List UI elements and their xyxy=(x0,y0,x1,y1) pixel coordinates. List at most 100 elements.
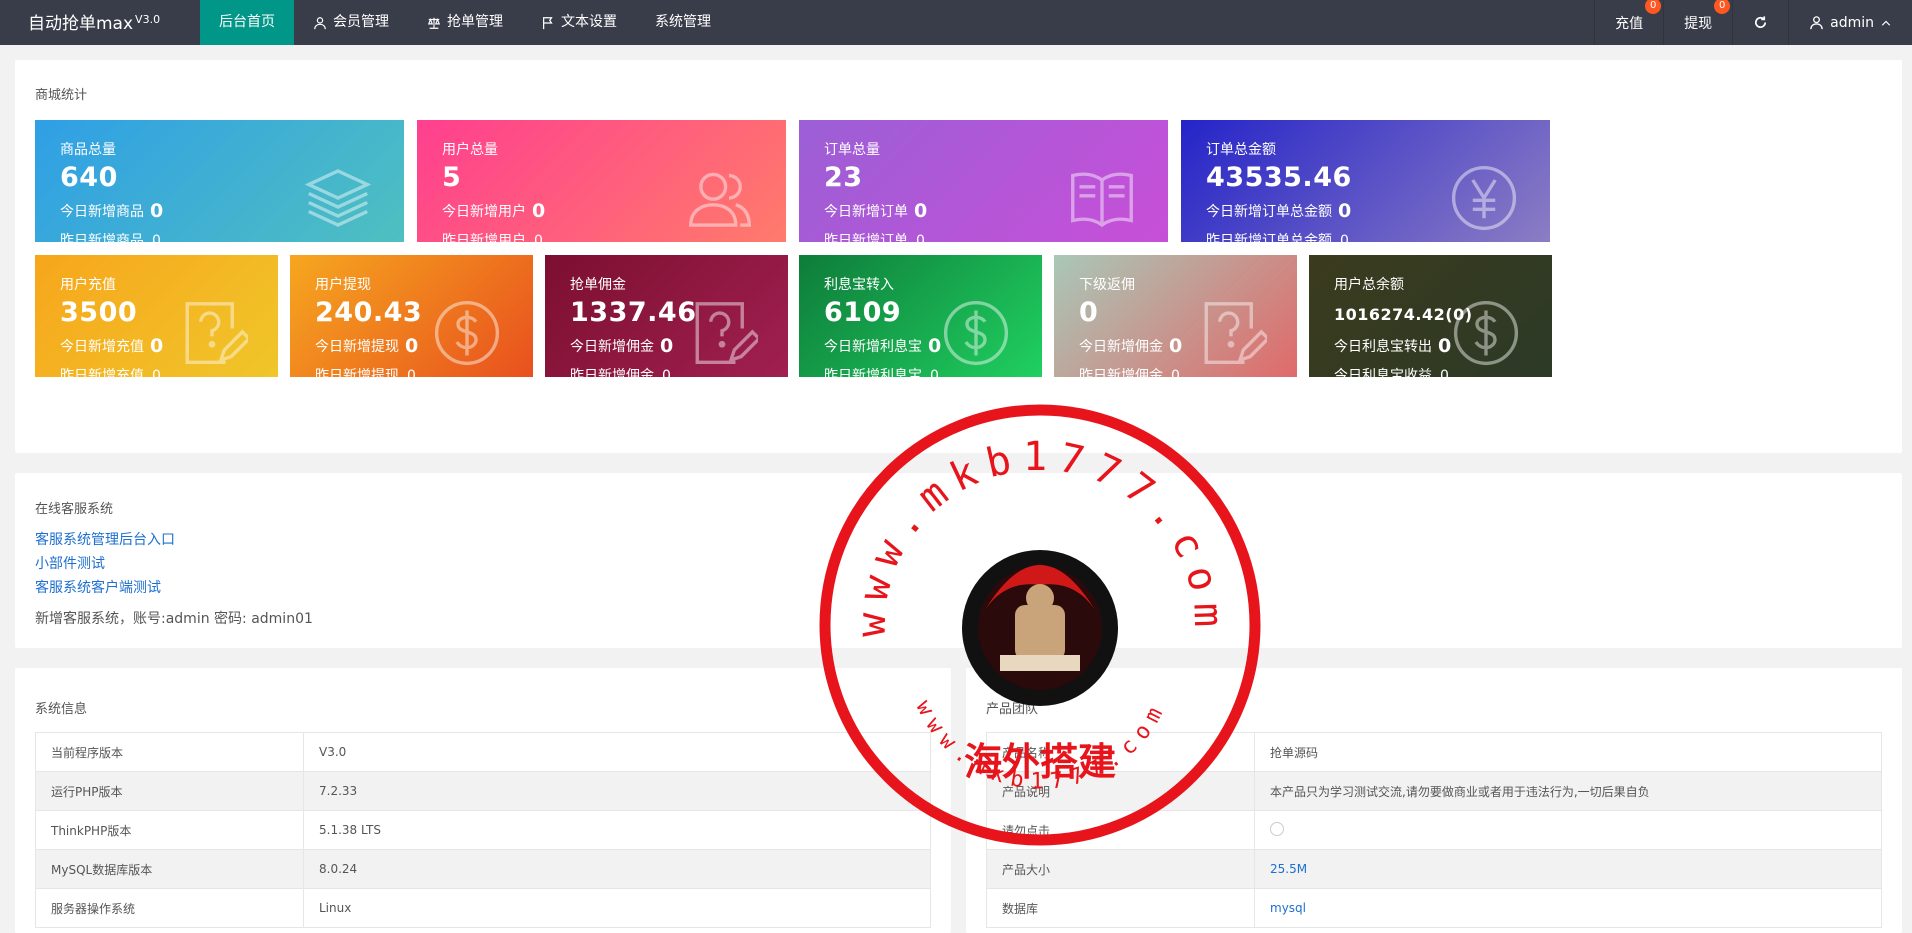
stat-tile: 用户总量 5 今日新增用户 0 昨日新增用户 0 xyxy=(417,120,786,242)
stat-yesterday: 昨日新增提现 0 xyxy=(315,368,416,377)
dollar-icon xyxy=(431,297,503,369)
table-row: 请勿点击 xyxy=(986,810,1882,850)
product-title: 产品团队 xyxy=(986,702,1039,717)
table-row: 运行PHP版本 7.2.33 xyxy=(35,771,931,811)
note-icon xyxy=(686,297,762,369)
version-label: V3.0 xyxy=(135,13,161,26)
stat-value: 240.43 xyxy=(315,297,423,328)
stat-label: 用户提现 xyxy=(315,277,371,293)
stats-title: 商城统计 xyxy=(35,88,88,103)
stat-today: 今日新增佣金 0 xyxy=(1079,335,1183,357)
nav-text-settings[interactable]: 文本设置 xyxy=(522,0,636,45)
main-nav: 后台首页 会员管理 抢单管理 文本设置 系统管理 xyxy=(200,0,730,45)
user-icon xyxy=(1810,16,1823,30)
stat-tile: 抢单佣金 1337.46 今日新增佣金 0 昨日新增佣金 0 xyxy=(545,255,788,377)
nav-members[interactable]: 会员管理 xyxy=(294,0,408,45)
note-icon xyxy=(176,297,252,369)
table-link[interactable]: mysql xyxy=(1270,901,1306,915)
stat-label: 利息宝转入 xyxy=(824,277,894,293)
stat-tile: 用户充值 3500 今日新增充值 0 昨日新增充值 0 xyxy=(35,255,278,377)
stat-yesterday: 昨日新增订单 0 xyxy=(824,233,925,242)
stat-today: 今日新增用户 0 xyxy=(442,200,546,222)
service-admin-link[interactable]: 客服系统管理后台入口 xyxy=(35,529,175,549)
recharge-badge: 0 xyxy=(1645,0,1662,14)
stat-label: 商品总量 xyxy=(60,142,116,158)
table-link[interactable]: 25.5M xyxy=(1270,862,1307,876)
stat-yesterday: 昨日新增佣金 0 xyxy=(570,368,671,377)
user-menu[interactable]: admin xyxy=(1788,0,1912,45)
stat-tile: 用户总余额 1016274.42(0) 今日利息宝转出 0 今日利息宝收益 0 xyxy=(1309,255,1552,377)
stat-value: 1337.46 xyxy=(570,297,697,328)
stat-label: 用户总余额 xyxy=(1334,277,1404,293)
table-row: 当前程序版本 V3.0 xyxy=(35,732,931,772)
stat-today: 今日新增订单 0 xyxy=(824,200,928,222)
stat-value: 640 xyxy=(60,162,118,193)
table-value: Linux xyxy=(303,888,931,928)
table-row: 服务器操作系统 Linux xyxy=(35,888,931,928)
face-icon[interactable] xyxy=(1270,821,1284,836)
app-brand[interactable]: 自动抢单max V3.0 xyxy=(28,0,160,45)
withdraw-button[interactable]: 提现 0 xyxy=(1663,0,1732,45)
stat-today: 今日新增充值 0 xyxy=(60,335,164,357)
table-key: 数据库 xyxy=(986,888,1255,928)
table-row: MySQL数据库版本 8.0.24 xyxy=(35,849,931,889)
widget-test-link[interactable]: 小部件测试 xyxy=(35,553,105,573)
stat-label: 抢单佣金 xyxy=(570,277,626,293)
stat-tile: 下级返佣 0 今日新增佣金 0 昨日新增佣金 0 xyxy=(1054,255,1297,377)
client-test-link[interactable]: 客服系统客户端测试 xyxy=(35,577,161,597)
stat-today: 今日新增提现 0 xyxy=(315,335,419,357)
stat-value: 0 xyxy=(1079,297,1099,328)
product-card: 产品团队 产品名称 抢单源码 产品说明 本产品只为学习测试交流,请勿要做商业或者用于违… xyxy=(966,668,1902,933)
table-value: 7.2.33 xyxy=(303,771,931,811)
table-value: 25.5M xyxy=(1254,849,1882,889)
chevron-up-icon xyxy=(1881,20,1891,26)
table-row: 产品说明 本产品只为学习测试交流,请勿要做商业或者用于违法行为,一切后果自负 xyxy=(986,771,1882,811)
stat-yesterday: 昨日新增商品 0 xyxy=(60,233,161,242)
table-value: V3.0 xyxy=(303,732,931,772)
username: admin xyxy=(1830,14,1874,31)
top-navbar: 自动抢单max V3.0 后台首页 会员管理 抢单管理 文本设置 系统管理 充值 0… xyxy=(0,0,1912,45)
product-table: 产品名称 抢单源码 产品说明 本产品只为学习测试交流,请勿要做商业或者用于违法行为,一… xyxy=(986,732,1882,928)
nav-system[interactable]: 系统管理 xyxy=(636,0,730,45)
sysinfo-card: 系统信息 当前程序版本 V3.0 运行PHP版本 7.2.33 ThinkPHP版本 5.… xyxy=(15,668,951,933)
stat-label: 用户充值 xyxy=(60,277,116,293)
nav-home[interactable]: 后台首页 xyxy=(200,0,294,45)
scale-icon xyxy=(427,17,441,29)
nav-orders[interactable]: 抢单管理 xyxy=(408,0,522,45)
refresh-icon xyxy=(1755,16,1767,28)
yen-icon xyxy=(1448,162,1520,234)
stat-yesterday: 今日利息宝收益 0 xyxy=(1334,368,1449,377)
recharge-button[interactable]: 充值 0 xyxy=(1594,0,1663,45)
stat-tile: 商品总量 640 今日新增商品 0 昨日新增商品 0 xyxy=(35,120,404,242)
stat-tile: 用户提现 240.43 今日新增提现 0 昨日新增提现 0 xyxy=(290,255,533,377)
stat-value: 5 xyxy=(442,162,462,193)
table-value: 8.0.24 xyxy=(303,849,931,889)
table-value: 本产品只为学习测试交流,请勿要做商业或者用于违法行为,一切后果自负 xyxy=(1254,771,1882,811)
refresh-button[interactable] xyxy=(1732,0,1788,45)
stat-yesterday: 昨日新增佣金 0 xyxy=(1079,368,1180,377)
stat-today: 今日利息宝转出 0 xyxy=(1334,335,1452,357)
table-key: 服务器操作系统 xyxy=(35,888,304,928)
stat-value: 43535.46 xyxy=(1206,162,1352,193)
stat-yesterday: 昨日新增订单总金额 0 xyxy=(1206,233,1349,242)
service-title: 在线客服系统 xyxy=(35,502,114,517)
stat-today: 今日新增利息宝 0 xyxy=(824,335,942,357)
table-key: 产品大小 xyxy=(986,849,1255,889)
stat-label: 订单总量 xyxy=(824,142,880,158)
table-row: 产品名称 抢单源码 xyxy=(986,732,1882,772)
stat-today: 今日新增订单总金额 0 xyxy=(1206,200,1352,222)
stat-value: 6109 xyxy=(824,297,902,328)
table-row: 数据库 mysql xyxy=(986,888,1882,928)
users-icon xyxy=(684,162,756,234)
flag-icon xyxy=(543,16,553,29)
table-value: mysql xyxy=(1254,888,1882,928)
table-key: 产品说明 xyxy=(986,771,1255,811)
stat-tile: 订单总量 23 今日新增订单 0 昨日新增订单 0 xyxy=(799,120,1168,242)
table-row: 产品大小 25.5M xyxy=(986,849,1882,889)
sysinfo-title: 系统信息 xyxy=(35,702,88,717)
table-key: 运行PHP版本 xyxy=(35,771,304,811)
table-key: ThinkPHP版本 xyxy=(35,810,304,850)
table-key: MySQL数据库版本 xyxy=(35,849,304,889)
dollar-icon xyxy=(940,297,1012,369)
stat-yesterday: 昨日新增用户 0 xyxy=(442,233,543,242)
